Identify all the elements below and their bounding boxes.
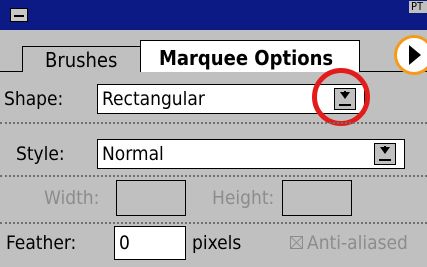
shape-label: Shape: [4,88,64,110]
tab-brushes-label: Brushes [45,48,118,72]
close-box-icon[interactable] [10,8,28,22]
height-label: Height: [212,187,275,209]
palette-menu-arrow-icon[interactable] [409,45,421,65]
anti-aliased-label: Anti-aliased [307,232,408,254]
separator [0,122,427,124]
style-select[interactable]: Normal [97,139,405,169]
style-select-value: Normal [102,143,164,165]
width-label: Width: [44,187,100,209]
shape-select-value: Rectangular [102,88,205,110]
tab-marquee-options[interactable]: Marquee Options [140,40,360,72]
feather-label: Feather: [6,232,77,254]
title-fragment: PT [409,1,427,13]
feather-input[interactable]: 0 [114,226,186,260]
width-field[interactable] [116,180,186,216]
separator [0,222,427,224]
marquee-options-palette: PT Brushes Marquee Options Shape: Rectan… [0,0,427,267]
style-label: Style: [16,143,65,165]
feather-unit: pixels [192,232,242,254]
height-field[interactable] [282,180,352,216]
palette-title-bar[interactable]: PT [0,0,427,30]
tab-marquee-options-label: Marquee Options [159,46,334,70]
feather-value: 0 [119,232,130,254]
dropdown-highlight-circle [312,68,370,126]
style-dropdown-arrow-icon[interactable] [374,143,396,165]
separator [0,175,427,177]
tab-brushes[interactable]: Brushes [22,46,146,72]
anti-aliased-checkbox[interactable] [290,236,303,249]
